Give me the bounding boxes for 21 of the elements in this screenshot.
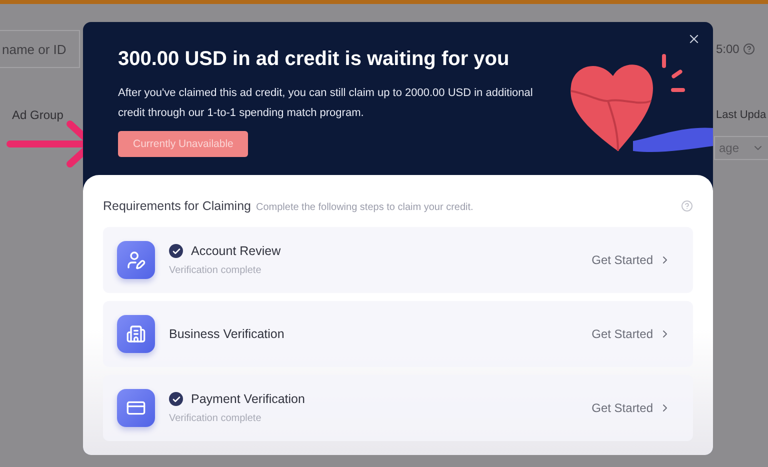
step-status: Verification complete bbox=[169, 265, 262, 276]
step-title: Business Verification bbox=[169, 327, 284, 341]
step-title: Account Review bbox=[191, 244, 281, 258]
column-header: Last Upda bbox=[716, 109, 768, 121]
help-icon bbox=[743, 43, 756, 55]
building-icon bbox=[117, 315, 155, 353]
card-icon bbox=[117, 389, 155, 427]
column-header: Ad Group bbox=[11, 108, 64, 122]
search-field[interactable]: name or ID bbox=[0, 30, 80, 68]
time-text: 5:00 bbox=[716, 42, 740, 56]
modal-title: 300.00 USD in ad credit is waiting for you bbox=[118, 48, 510, 71]
get-started-link[interactable]: Get Started bbox=[592, 401, 671, 415]
step-title: Payment Verification bbox=[191, 392, 305, 406]
requirements-title: Requirements for Claiming bbox=[103, 199, 251, 213]
close-icon[interactable] bbox=[687, 32, 701, 46]
user-edit-icon bbox=[117, 241, 155, 279]
get-started-link[interactable]: Get Started bbox=[592, 327, 671, 341]
modal-description: After you've claimed this ad credit, you can still claim up to 2000.00 USD in additional credit through our 1-to-1 spending match program. bbox=[118, 86, 534, 121]
step-status: Verification complete bbox=[169, 413, 262, 424]
requirements-hint: Complete the following steps to claim your credit. bbox=[256, 202, 474, 213]
get-started-link[interactable]: Get Started bbox=[592, 253, 671, 267]
